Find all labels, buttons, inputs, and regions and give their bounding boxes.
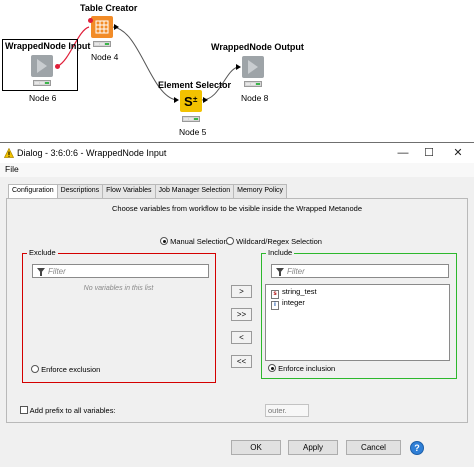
wrapped-input-title: WrappedNode Input — [5, 41, 91, 51]
include-filter-placeholder: Filter — [287, 267, 305, 276]
include-list[interactable]: s string_test i integer — [265, 284, 450, 361]
workflow-canvas[interactable]: Table Creator Node 4 WrappedNode Input N… — [0, 0, 474, 140]
tab-descriptions[interactable]: Descriptions — [56, 184, 104, 198]
instruction-text: Choose variables from workflow to be vis… — [112, 204, 362, 213]
selector-icon: S ± — [184, 94, 198, 109]
tab-strip: Configuration Descriptions Flow Variable… — [8, 184, 288, 199]
table-out-port[interactable] — [114, 24, 119, 30]
enforce-exclusion-label: Enforce exclusion — [41, 365, 101, 374]
tab-memory-policy[interactable]: Memory Policy — [233, 184, 288, 198]
enforce-exclusion-option[interactable]: Enforce exclusion — [31, 365, 100, 374]
variable-in-port[interactable] — [88, 18, 93, 23]
wildcard-selection-option[interactable]: Wildcard/Regex Selection — [226, 237, 322, 246]
wrapped-input-node[interactable] — [31, 55, 53, 77]
output-in-port[interactable] — [236, 64, 241, 70]
include-group: Include Filter s string_test i integer Enf… — [261, 248, 457, 379]
apply-button[interactable]: Apply — [288, 440, 338, 455]
remove-button[interactable]: < — [231, 331, 252, 344]
add-prefix-checkbox[interactable] — [20, 406, 28, 414]
configuration-panel: Choose variables from workflow to be vis… — [6, 198, 468, 423]
table-creator-status — [93, 41, 111, 47]
enforce-inclusion-option[interactable]: Enforce inclusion — [268, 364, 335, 373]
variable-out-port[interactable] — [55, 64, 60, 69]
prefix-input[interactable]: outer. — [265, 404, 309, 417]
svg-text:S: S — [184, 94, 193, 109]
warning-icon — [4, 148, 14, 158]
tab-configuration[interactable]: Configuration — [8, 184, 58, 199]
manual-selection-radio[interactable] — [160, 237, 168, 245]
wrapped-input-label: Node 6 — [29, 93, 57, 103]
list-item[interactable]: i integer — [271, 298, 305, 310]
add-all-button[interactable]: >> — [231, 308, 252, 321]
add-prefix-label: Add prefix to all variables: — [29, 406, 116, 415]
exclude-filter-input[interactable]: Filter — [32, 264, 209, 278]
minimize-button[interactable]: — — [396, 146, 410, 160]
tab-flow-variables[interactable]: Flow Variables — [102, 184, 156, 198]
element-selector-status — [182, 116, 200, 122]
selector-out-port[interactable] — [203, 97, 208, 103]
include-legend: Include — [266, 248, 295, 257]
cancel-button[interactable]: Cancel — [346, 440, 401, 455]
wrapped-output-title: WrappedNode Output — [211, 42, 304, 52]
wrapped-output-status — [244, 81, 262, 87]
enforce-inclusion-radio[interactable] — [268, 364, 276, 372]
list-item-label: integer — [282, 298, 305, 307]
maximize-button[interactable]: ☐ — [422, 146, 436, 160]
add-prefix-option[interactable]: Add prefix to all variables: — [20, 406, 116, 415]
enforce-exclusion-radio[interactable] — [31, 365, 39, 373]
element-selector-title: Element Selector — [158, 80, 232, 90]
menu-file[interactable]: File — [5, 164, 19, 174]
element-selector-node[interactable]: S ± — [180, 90, 202, 112]
list-item[interactable]: s string_test — [271, 287, 317, 299]
table-creator-title: Table Creator — [80, 3, 138, 13]
wrapped-input-status — [33, 80, 51, 86]
close-button[interactable]: ✕ — [451, 146, 465, 160]
integer-type-icon: i — [271, 301, 279, 310]
dialog-titlebar[interactable]: Dialog - 3:6:0:6 - WrappedNode Input — ☐… — [0, 143, 474, 163]
exclude-legend: Exclude — [27, 248, 58, 257]
menu-bar: File — [0, 163, 474, 177]
add-button[interactable]: > — [231, 285, 252, 298]
manual-selection-label: Manual Selection — [170, 237, 228, 246]
table-creator-label: Node 4 — [91, 52, 119, 62]
wrapped-output-node[interactable] — [242, 56, 264, 78]
filter-icon — [37, 268, 45, 276]
include-filter-input[interactable]: Filter — [271, 264, 449, 278]
list-item-label: string_test — [282, 287, 317, 296]
config-dialog: Dialog - 3:6:0:6 - WrappedNode Input — ☐… — [0, 142, 474, 467]
exclude-filter-placeholder: Filter — [48, 267, 66, 276]
exclude-group: Exclude Filter No variables in this list… — [22, 248, 216, 383]
table-creator-node[interactable] — [91, 16, 113, 38]
wildcard-selection-radio[interactable] — [226, 237, 234, 245]
remove-all-button[interactable]: << — [231, 355, 252, 368]
tab-job-manager-selection[interactable]: Job Manager Selection — [154, 184, 235, 198]
table-grid-icon — [95, 20, 109, 34]
element-selector-label: Node 5 — [179, 127, 207, 137]
manual-selection-option[interactable]: Manual Selection — [160, 237, 228, 246]
help-icon[interactable]: ? — [410, 441, 424, 455]
wildcard-selection-label: Wildcard/Regex Selection — [236, 237, 322, 246]
enforce-inclusion-label: Enforce inclusion — [278, 364, 336, 373]
filter-icon — [276, 268, 284, 276]
selector-in-port[interactable] — [174, 97, 179, 103]
wrapped-output-label: Node 8 — [241, 93, 269, 103]
ok-button[interactable]: OK — [231, 440, 281, 455]
dialog-title: Dialog - 3:6:0:6 - WrappedNode Input — [17, 148, 167, 158]
metanode-input-icon — [37, 59, 47, 73]
metanode-output-icon — [248, 60, 258, 74]
svg-text:±: ± — [193, 95, 198, 104]
exclude-empty-message: No variables in this list — [83, 285, 154, 292]
